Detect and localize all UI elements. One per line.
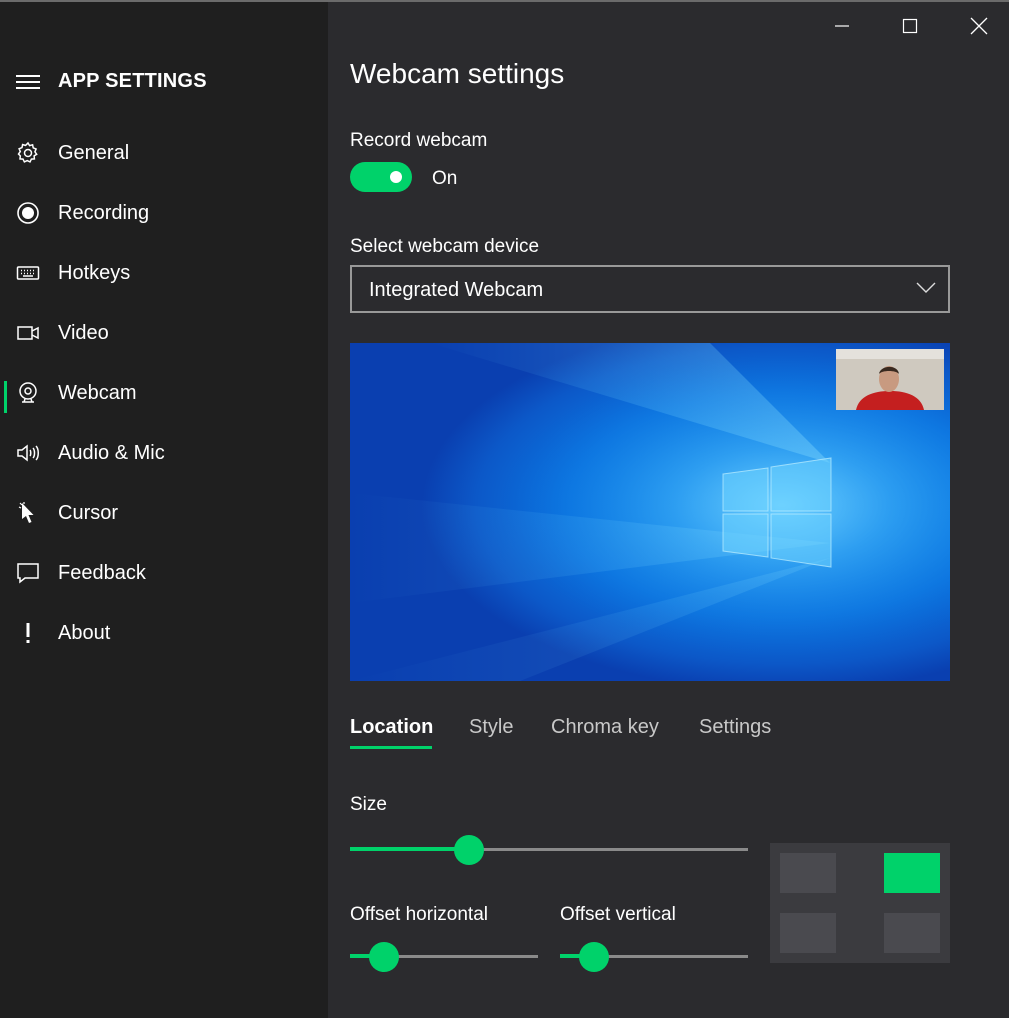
webcam-overlay-thumbnail[interactable]	[836, 349, 944, 410]
slider-thumb[interactable]	[579, 942, 609, 972]
offset-horizontal-slider[interactable]	[350, 942, 538, 972]
close-button[interactable]	[956, 8, 1002, 44]
tab-active-indicator	[350, 746, 432, 749]
sidebar-item-about[interactable]: About	[0, 609, 328, 657]
close-icon	[970, 17, 988, 35]
slider-thumb[interactable]	[369, 942, 399, 972]
tab-location[interactable]: Location	[350, 716, 433, 739]
minimize-button[interactable]	[819, 8, 865, 44]
webcam-device-label: Select webcam device	[350, 236, 540, 257]
record-icon	[16, 201, 40, 225]
keyboard-icon	[16, 261, 40, 285]
sidebar-item-label: Audio & Mic	[58, 441, 165, 464]
sidebar-item-label: Cursor	[58, 501, 119, 524]
sidebar-item-label: General	[58, 141, 130, 164]
offset-horizontal-label: Offset horizontal	[350, 904, 489, 925]
sidebar-item-hotkeys[interactable]: Hotkeys	[0, 249, 328, 297]
maximize-button[interactable]	[887, 8, 933, 44]
sidebar-item-audio-mic[interactable]: Audio & Mic	[0, 429, 328, 477]
webcam-device-select[interactable]: Integrated Webcam	[350, 265, 950, 313]
app-title: APP SETTINGS	[58, 70, 207, 92]
cursor-icon	[16, 501, 40, 525]
sidebar-item-feedback[interactable]: Feedback	[0, 549, 328, 597]
sidebar: APP SETTINGS General Recording Hotkeys V…	[0, 2, 328, 1018]
size-label: Size	[350, 794, 387, 815]
sidebar-item-label: Recording	[58, 201, 150, 224]
app-header: APP SETTINGS	[16, 70, 207, 93]
position-top-left[interactable]	[780, 853, 836, 893]
sidebar-item-label: Webcam	[58, 381, 137, 404]
sidebar-item-label: Feedback	[58, 561, 146, 584]
position-bottom-right[interactable]	[884, 913, 940, 953]
speaker-icon	[16, 441, 40, 465]
person-image	[836, 349, 944, 410]
webcam-device-value: Integrated Webcam	[369, 279, 544, 301]
toggle-state-label: On	[432, 168, 458, 189]
sidebar-item-general[interactable]: General	[0, 129, 328, 177]
sidebar-item-webcam[interactable]: Webcam	[0, 369, 328, 417]
webcam-preview	[350, 343, 950, 681]
record-webcam-label: Record webcam	[350, 130, 488, 151]
toggle-knob	[390, 171, 402, 183]
exclamation-icon	[16, 621, 40, 645]
webcam-icon	[16, 381, 40, 405]
sidebar-item-video[interactable]: Video	[0, 309, 328, 357]
position-bottom-left[interactable]	[780, 913, 836, 953]
sidebar-item-label: Video	[58, 321, 109, 344]
sidebar-item-recording[interactable]: Recording	[0, 189, 328, 237]
offset-vertical-slider[interactable]	[560, 942, 748, 972]
sidebar-item-cursor[interactable]: Cursor	[0, 489, 328, 537]
gear-icon	[16, 141, 40, 165]
maximize-icon	[902, 18, 918, 34]
tab-chroma-key[interactable]: Chroma key	[551, 716, 659, 739]
slider-fill	[350, 847, 469, 851]
record-webcam-toggle[interactable]	[350, 162, 412, 192]
hamburger-menu-icon[interactable]	[16, 74, 40, 90]
tab-style[interactable]: Style	[469, 716, 513, 739]
video-camera-icon	[16, 321, 40, 345]
size-slider[interactable]	[350, 835, 748, 865]
slider-thumb[interactable]	[454, 835, 484, 865]
sidebar-item-label: Hotkeys	[58, 261, 131, 284]
tab-settings[interactable]: Settings	[699, 716, 771, 739]
chevron-down-icon	[916, 281, 936, 300]
offset-vertical-label: Offset vertical	[560, 904, 676, 925]
minimize-icon	[835, 25, 849, 27]
sidebar-item-label: About	[58, 621, 111, 644]
page-title: Webcam settings	[350, 58, 565, 89]
webcam-position-grid	[770, 843, 950, 963]
chat-bubble-icon	[16, 561, 40, 585]
position-top-right[interactable]	[884, 853, 940, 893]
